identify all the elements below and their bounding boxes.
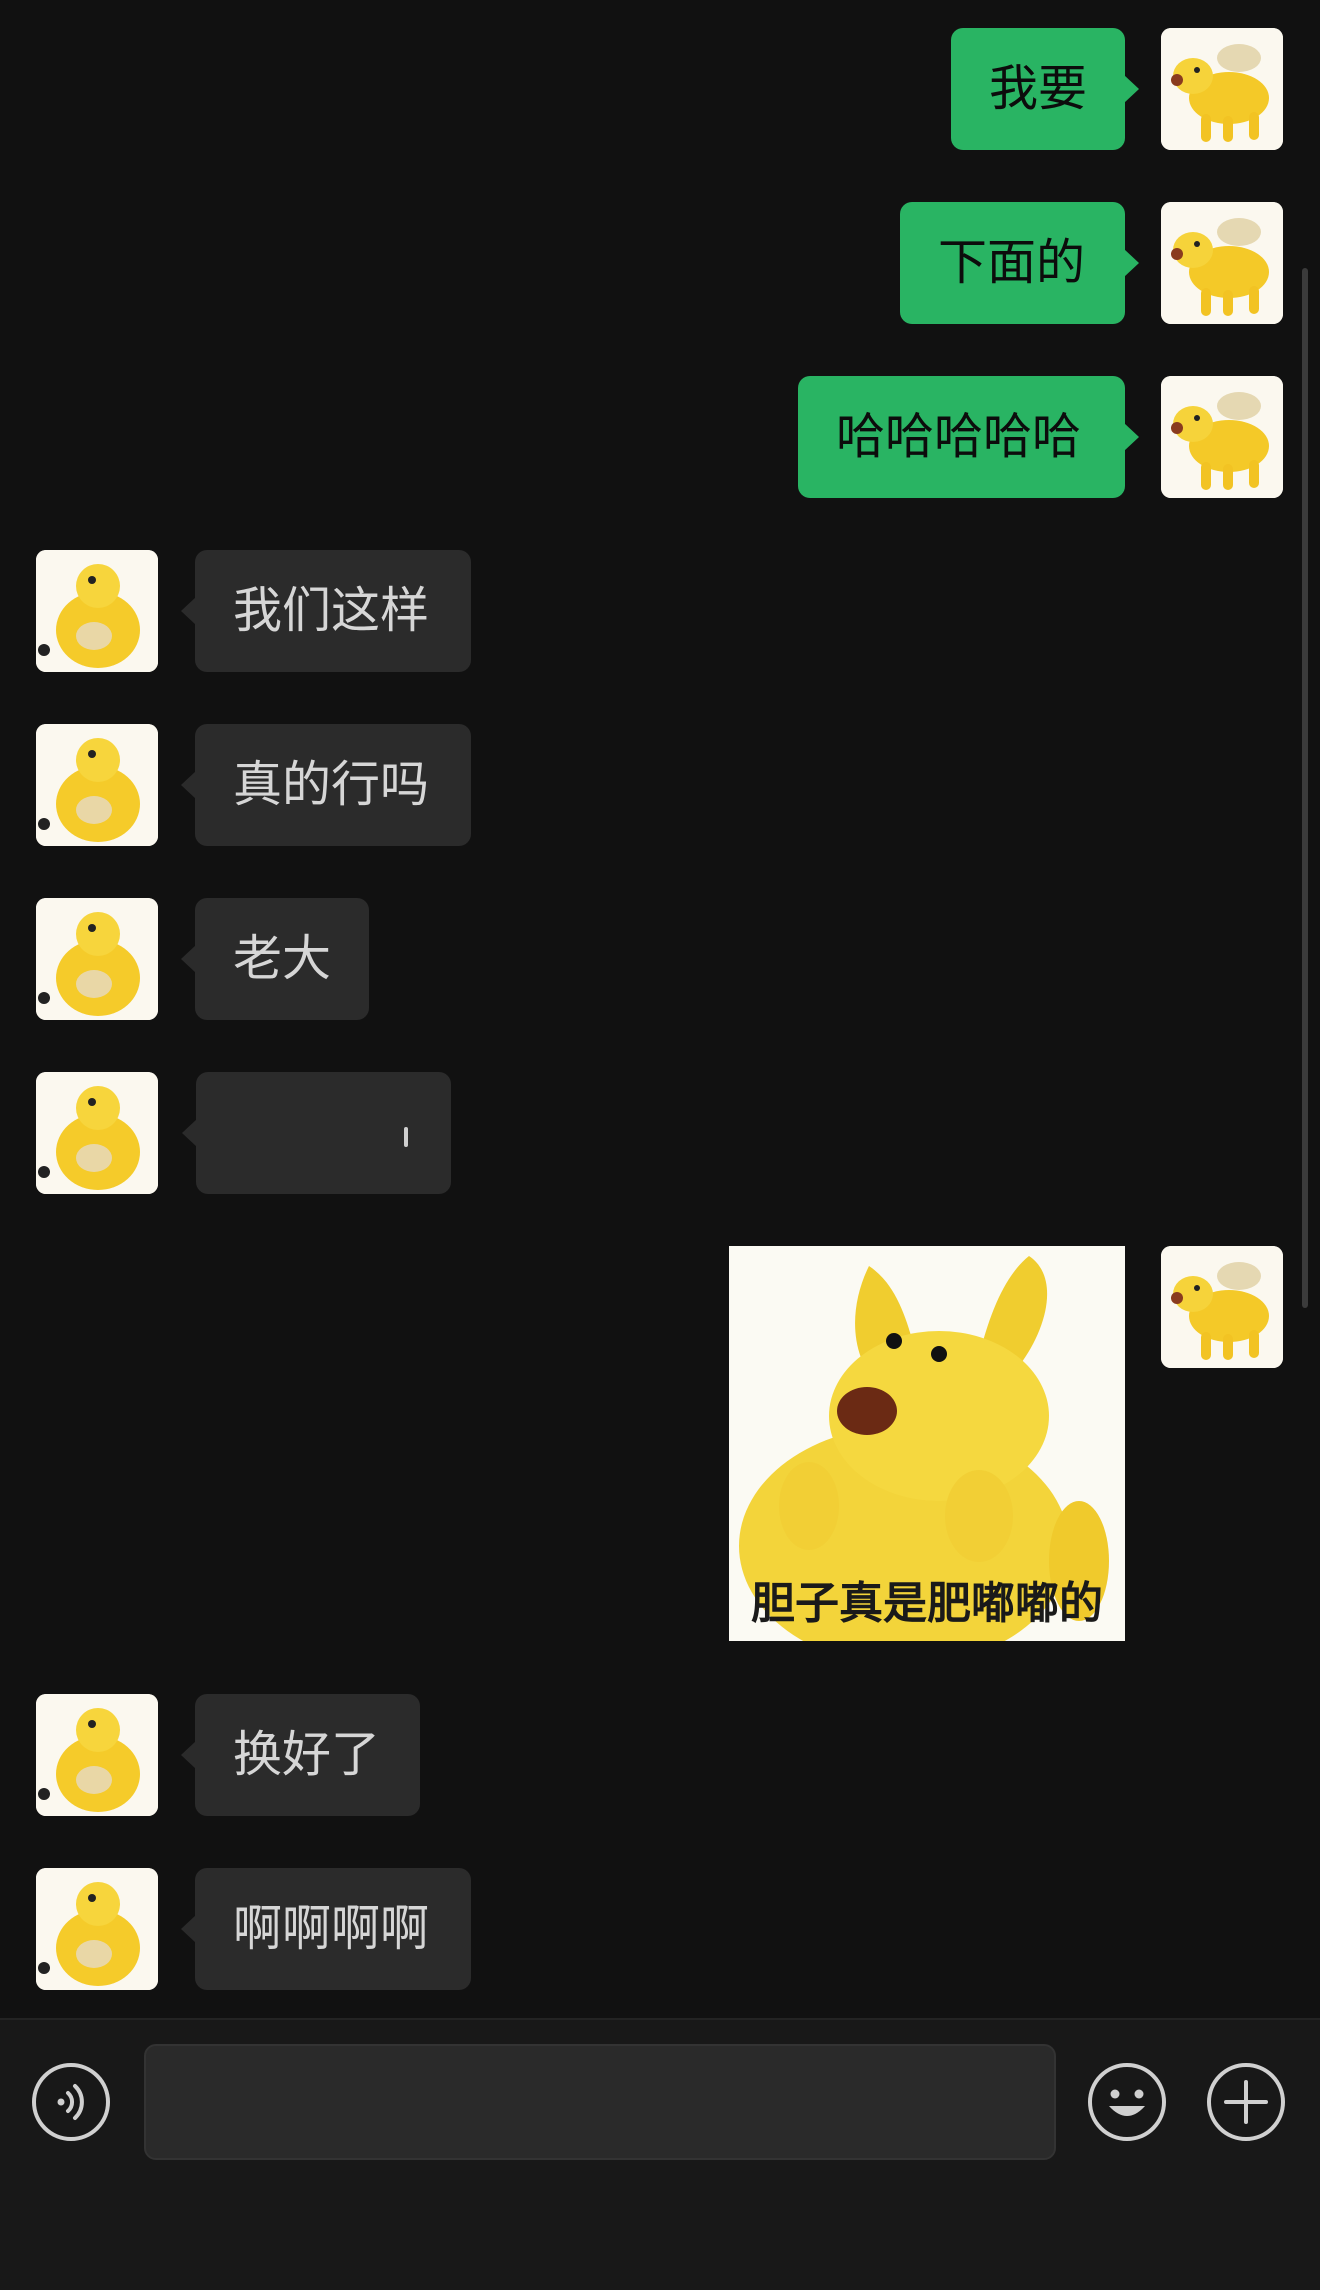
contact-avatar[interactable] [36,1694,158,1816]
redacted-message-bubble[interactable] [182,1072,451,1194]
text-cursor-mark [404,1127,408,1147]
chat-scrollbar[interactable] [1302,268,1308,1308]
yellow-creature-avatar-icon [36,1694,158,1816]
sticker-image[interactable]: 胆子真是肥嘟嘟的 [729,1246,1125,1641]
message-input[interactable] [144,2044,1056,2160]
my-message-bubble[interactable]: 哈哈哈哈哈 [798,376,1139,498]
contact-message-bubble[interactable]: 啊啊啊啊 [181,1868,471,1990]
my-message-bubble[interactable]: 下面的 [900,202,1139,324]
emoji-button[interactable] [1087,2062,1167,2142]
contact-avatar[interactable] [36,550,158,672]
contact-message-bubble[interactable]: 真的行吗 [181,724,471,846]
yellow-dog-avatar-icon [1161,202,1283,324]
plus-icon [1207,2063,1285,2141]
yellow-dog-avatar-icon [1161,28,1283,150]
emoji-icon [1088,2063,1166,2141]
contact-avatar[interactable] [36,898,158,1020]
contact-message-bubble[interactable]: 老大 [181,898,369,1020]
my-avatar[interactable] [1161,1246,1283,1368]
yellow-dog-avatar-icon [1161,1246,1283,1368]
input-toolbar [0,2018,1320,2290]
my-avatar[interactable] [1161,376,1283,498]
plus-button[interactable] [1206,2062,1286,2142]
voice-button[interactable] [31,2062,111,2142]
contact-avatar[interactable] [36,1072,158,1194]
contact-message-bubble[interactable]: 我们这样 [181,550,471,672]
my-avatar[interactable] [1161,202,1283,324]
voice-icon [32,2063,110,2141]
yellow-creature-avatar-icon [36,724,158,846]
my-message-bubble[interactable]: 我要 [951,28,1139,150]
yellow-creature-avatar-icon [36,1868,158,1990]
yellow-creature-avatar-icon [36,898,158,1020]
chat-message-list[interactable]: 我要 下面的 哈哈哈哈哈 我们这样 真的行吗 老大 胆子真是肥嘟嘟的 换好了 啊… [0,0,1320,2018]
contact-avatar[interactable] [36,1868,158,1990]
my-avatar[interactable] [1161,28,1283,150]
yellow-dog-avatar-icon [1161,376,1283,498]
contact-message-bubble[interactable]: 换好了 [181,1694,420,1816]
sticker-caption: 胆子真是肥嘟嘟的 [751,1578,1103,1629]
contact-avatar[interactable] [36,724,158,846]
yellow-creature-avatar-icon [36,550,158,672]
yellow-creature-avatar-icon [36,1072,158,1194]
